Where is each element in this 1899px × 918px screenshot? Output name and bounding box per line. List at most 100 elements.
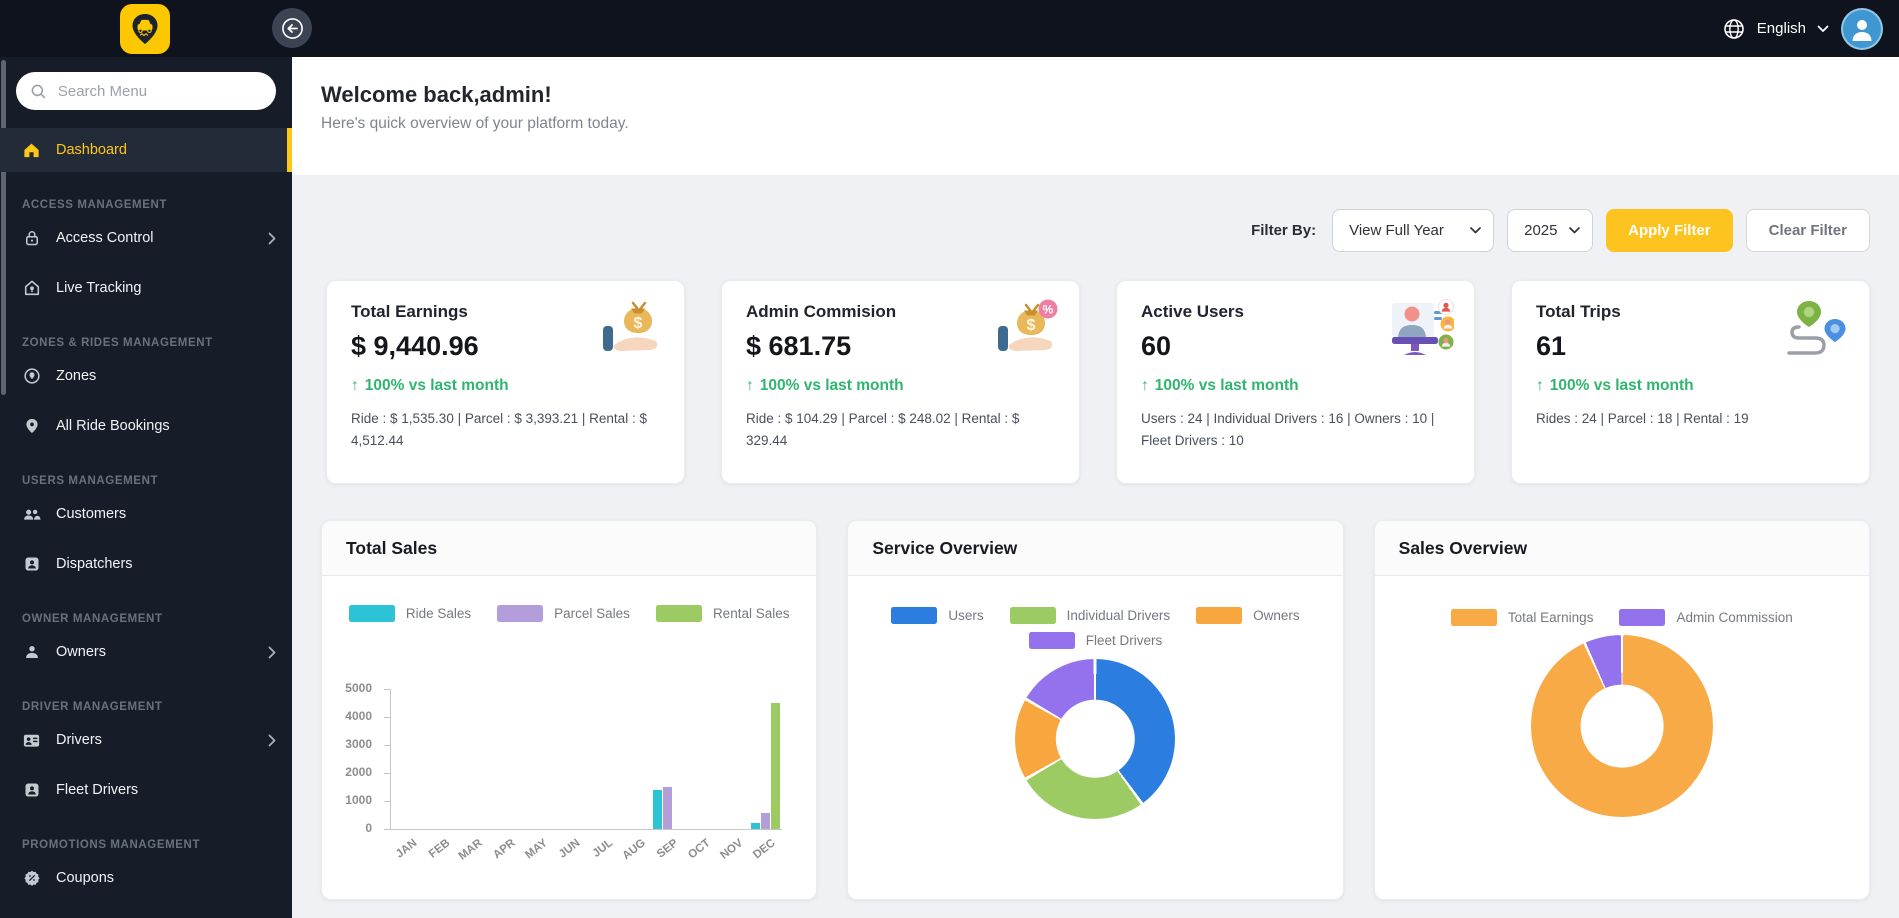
search-input[interactable] (55, 81, 262, 101)
sidebar-item-label: Live Tracking (56, 280, 142, 296)
trend-up-icon: ↑ (1536, 377, 1544, 394)
donut-legend-row-2: Fleet Drivers (848, 632, 1342, 649)
page-subtitle: Here's quick overview of your platform t… (321, 115, 629, 132)
sidebar-item-label: Customers (56, 506, 127, 522)
coupons-icon (22, 869, 41, 888)
sidebar-item-label: Coupons (56, 870, 115, 886)
owners-person-icon (22, 643, 41, 662)
legend-item-ride-sales[interactable]: Ride Sales (348, 605, 471, 622)
chevron-right-icon (268, 232, 276, 245)
sidebar-item-coupons[interactable]: Coupons (0, 856, 292, 900)
donut-hole (1580, 684, 1664, 768)
user-icon (1852, 19, 1872, 41)
drivers-idcard-icon (22, 731, 41, 750)
sales-overview-chart: Total Earnings Admin Commission (1375, 576, 1869, 899)
legend-item-rental-sales[interactable]: Rental Sales (655, 605, 789, 622)
topbar: English (0, 0, 1899, 57)
ride-bookings-pin-icon (22, 417, 41, 436)
legend-item-parcel-sales[interactable]: Parcel Sales (497, 605, 630, 622)
section-header-access: ACCESS MANAGEMENT (22, 199, 168, 211)
stat-trend: ↑ 100% vs last month (746, 377, 904, 394)
app-logo[interactable] (120, 4, 170, 54)
total-sales-card: Total Sales Ride Sales Parcel Sales Rent… (321, 520, 818, 900)
active-users-icon (1392, 299, 1454, 355)
sidebar-item-label: Dashboard (56, 142, 127, 158)
trip-route-pins-icon (1787, 301, 1846, 355)
service-overview-donut (1015, 659, 1176, 819)
language-selector[interactable]: English (1722, 17, 1829, 41)
page-title: Welcome back,admin! (321, 82, 552, 107)
bar-chart-legend: Ride Sales Parcel Sales Rental Sales (322, 605, 816, 622)
legend-swatch (348, 605, 395, 622)
clear-filter-button[interactable]: Clear Filter (1745, 208, 1870, 252)
legend-swatch (1028, 632, 1075, 649)
chart-title: Service Overview (872, 537, 1018, 558)
donut-legend-row: Total Earnings Admin Commission (1375, 609, 1869, 626)
active-indicator (287, 128, 292, 172)
legend-item-owners[interactable]: Owners (1196, 607, 1300, 624)
y-axis-labels: 0 1000 2000 3000 4000 5000 (345, 681, 372, 835)
home-icon (22, 141, 41, 160)
sidebar-item-zones[interactable]: Zones (0, 354, 292, 398)
arrow-left-circle-icon (281, 17, 303, 39)
sidebar-item-dispatchers[interactable]: Dispatchers (0, 542, 292, 586)
language-label: English (1756, 20, 1806, 37)
apply-filter-button[interactable]: Apply Filter (1606, 208, 1733, 252)
chevron-down-icon (1470, 226, 1481, 233)
stats-row: Total Earnings $ 9,440.96 ↑ 100% vs last … (326, 280, 1870, 484)
charts-row: Total Sales Ride Sales Parcel Sales Rent… (321, 520, 1870, 900)
chart-title: Sales Overview (1398, 537, 1528, 558)
sidebar-search[interactable] (16, 72, 276, 110)
filter-by-label: Filter By: (1251, 221, 1317, 239)
stat-breakdown: Ride : $ 104.29 | Parcel : $ 248.02 | Re… (746, 411, 1020, 448)
fleet-drivers-badge-icon (22, 781, 41, 800)
x-axis-labels: JAN FEB MAR APR MAY JUN JUL AUG SEP OCT NOV DEC (394, 837, 779, 863)
sidebar-item-dashboard[interactable]: Dashboard (0, 128, 292, 172)
legend-item-users[interactable]: Users (891, 607, 984, 624)
stat-breakdown: Users : 24 | Individual Drivers : 16 | O… (1141, 411, 1435, 448)
user-avatar[interactable] (1841, 7, 1883, 50)
bar-plot-area (384, 689, 783, 830)
legend-swatch (497, 605, 544, 622)
donut-legend-row-1: Users Individual Drivers Owners (848, 607, 1342, 624)
sidebar-item-drivers[interactable]: Drivers (0, 718, 292, 762)
year-select-value: 2025 (1524, 221, 1558, 239)
sidebar-item-fleet-drivers[interactable]: Fleet Drivers (0, 768, 292, 812)
service-overview-chart: Users Individual Drivers Owners Fleet Dr… (848, 576, 1342, 899)
legend-item-individual-drivers[interactable]: Individual Drivers (1009, 607, 1170, 624)
stat-card-total-earnings: Total Earnings $ 9,440.96 ↑ 100% vs last … (326, 280, 685, 484)
section-header-owner: OWNER MANAGEMENT (22, 613, 163, 625)
section-header-promotions: PROMOTIONS MANAGEMENT (22, 839, 201, 851)
sales-overview-donut (1530, 635, 1713, 817)
sidebar-item-label: All Ride Bookings (56, 418, 170, 434)
dashboard-page: English Search Menu Dashboard ACCESS MAN… (0, 0, 1899, 918)
sidebar-item-customers[interactable]: Customers (0, 492, 292, 536)
stat-breakdown: Rides : 24 | Parcel : 18 | Rental : 19 (1536, 411, 1749, 426)
stat-card-total-trips: Total Trips 61 ↑ 100% vs last month Rides… (1511, 280, 1870, 484)
search-icon (31, 84, 46, 98)
legend-item-admin-commission[interactable]: Admin Commission (1619, 609, 1793, 626)
section-header-zones: ZONES & RIDES MANAGEMENT (22, 337, 213, 349)
period-select[interactable]: View Full Year (1332, 208, 1495, 252)
legend-swatch (1196, 607, 1243, 624)
sidebar-item-label: Owners (56, 644, 106, 660)
section-header-users: USERS MANAGEMENT (22, 475, 159, 487)
money-in-hand-icon: $ (603, 301, 658, 351)
sidebar-item-access-control[interactable]: Access Control (0, 216, 292, 260)
live-tracking-icon (22, 279, 41, 298)
legend-swatch (891, 607, 938, 624)
legend-item-total-earnings[interactable]: Total Earnings (1450, 609, 1593, 626)
total-sales-chart: Ride Sales Parcel Sales Rental Sales 0 10… (322, 576, 816, 899)
year-select[interactable]: 2025 (1507, 208, 1594, 252)
lock-icon (22, 229, 41, 248)
stat-card-active-users: Active Users 60 ↑ 100% vs last month User… (1116, 280, 1475, 484)
sidebar-collapse-button[interactable] (272, 8, 312, 48)
sidebar-item-live-tracking[interactable]: Live Tracking (0, 266, 292, 310)
legend-swatch (655, 605, 702, 622)
stat-card-admin-commission: Admin Commision $ 681.75 ↑ 100% vs last m… (721, 280, 1080, 484)
sidebar-item-all-ride-bookings[interactable]: All Ride Bookings (0, 404, 292, 448)
sidebar-item-owners[interactable]: Owners (0, 630, 292, 674)
chart-header: Sales Overview (1374, 521, 1869, 576)
legend-item-fleet-drivers[interactable]: Fleet Drivers (1028, 632, 1162, 649)
stat-trend: ↑ 100% vs last month (351, 377, 509, 394)
